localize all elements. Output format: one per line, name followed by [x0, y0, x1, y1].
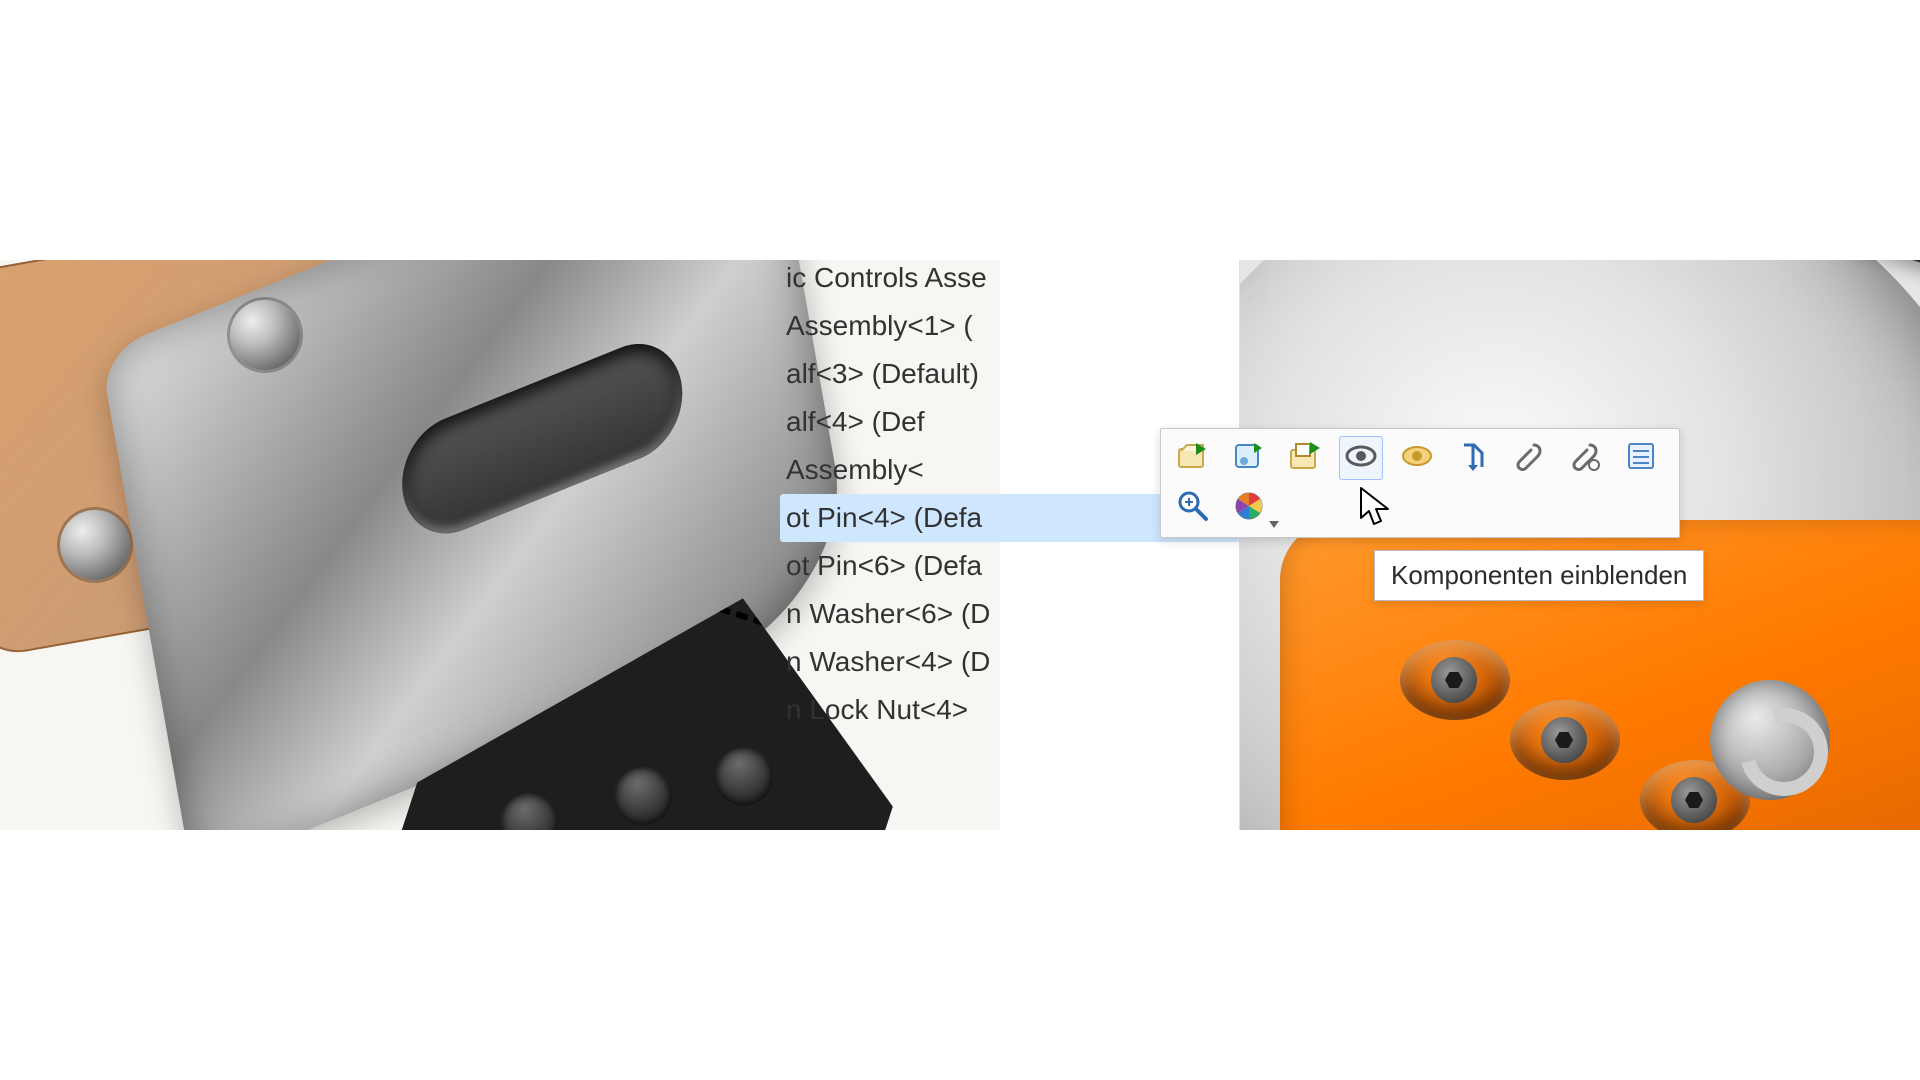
pivot-pin	[230, 300, 300, 370]
tree-item[interactable]: ot Pin<6> (Defa	[780, 542, 1240, 590]
viewport-right[interactable]	[1240, 260, 1920, 830]
gear-hole	[493, 786, 566, 830]
open-drawing-icon	[1288, 439, 1322, 478]
cable-clip	[1710, 680, 1830, 800]
tree-item[interactable]: Assembly<1> (	[780, 302, 1240, 350]
letterbox-bottom	[0, 830, 1920, 1080]
tree-item-label: alf<3> (Default)	[786, 358, 979, 389]
zoom-to-icon	[1176, 489, 1210, 528]
open-part-button[interactable]	[1171, 436, 1215, 480]
tree-item[interactable]: n Washer<4> (D	[780, 638, 1240, 686]
attachment-link-button[interactable]	[1563, 436, 1607, 480]
component-properties-icon	[1624, 439, 1658, 478]
tree-item-label: ot Pin<6> (Defa	[786, 550, 982, 581]
hex-socket-icon	[1431, 657, 1477, 703]
open-drawing-button[interactable]	[1283, 436, 1327, 480]
attachment-icon	[1512, 439, 1546, 478]
context-toolbar	[1160, 428, 1680, 538]
feature-tree-panel[interactable]: ic Controls Asse Assembly<1> ( alf<3> (D…	[1000, 260, 1241, 830]
context-toolbar-row	[1171, 486, 1669, 530]
open-part-icon	[1176, 439, 1210, 478]
tree-item-label: n Washer<6> (D	[786, 598, 990, 629]
tree-item[interactable]: ic Controls Asse	[780, 254, 1240, 302]
suppress-button[interactable]	[1451, 436, 1495, 480]
tree-item-label: ic Controls Asse	[786, 262, 987, 293]
tree-item[interactable]: n Lock Nut<4>	[780, 686, 1240, 734]
tree-item-label: ot Pin<4> (Defa	[786, 502, 982, 533]
tree-item[interactable]: n Washer<6> (D	[780, 590, 1240, 638]
tree-item-label: Assembly<1> (	[786, 310, 973, 341]
tooltip-text: Komponenten einblenden	[1391, 560, 1687, 590]
appearance-icon	[1232, 489, 1266, 528]
show-component-button[interactable]	[1339, 436, 1383, 480]
tree-item[interactable]: alf<3> (Default)	[780, 350, 1240, 398]
tree-item-label: n Lock Nut<4>	[786, 694, 968, 725]
edit-part-icon	[1232, 439, 1266, 478]
context-toolbar-row	[1171, 436, 1669, 480]
pivot-pin	[60, 510, 130, 580]
transparency-button[interactable]	[1395, 436, 1439, 480]
gear-hole	[707, 740, 780, 813]
letterbox-top	[0, 0, 1920, 260]
tooltip: Komponenten einblenden	[1374, 550, 1704, 601]
show-component-icon	[1344, 439, 1378, 478]
tree-item-label: n Washer<4> (D	[786, 646, 990, 677]
attachment-button[interactable]	[1507, 436, 1551, 480]
tree-item-label: alf<4> (Def	[786, 406, 925, 437]
gear-hole	[606, 760, 679, 830]
suppress-icon	[1456, 439, 1490, 478]
transparency-icon	[1400, 439, 1434, 478]
edit-part-button[interactable]	[1227, 436, 1271, 480]
dropdown-caret-icon	[1269, 521, 1279, 528]
bracket-slot	[393, 327, 691, 550]
attachment-link-icon	[1568, 439, 1602, 478]
cad-screenshot-strip: ic Controls Asse Assembly<1> ( alf<3> (D…	[0, 260, 1920, 830]
tree-item-label: Assembly<	[786, 454, 924, 485]
appearance-button[interactable]	[1227, 486, 1271, 530]
zoom-to-button[interactable]	[1171, 486, 1215, 530]
component-properties-button[interactable]	[1619, 436, 1663, 480]
